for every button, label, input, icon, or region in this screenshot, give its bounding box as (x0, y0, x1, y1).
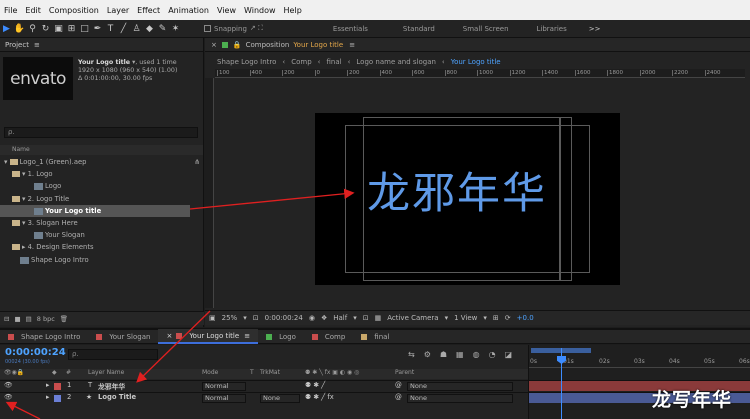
arrow-to-layer (136, 310, 211, 383)
annotation-arrows (5, 188, 355, 419)
arrow-to-eye (5, 401, 41, 419)
arrow-to-canvas (189, 188, 355, 210)
watermark-text: 龙写年华 (652, 389, 733, 411)
